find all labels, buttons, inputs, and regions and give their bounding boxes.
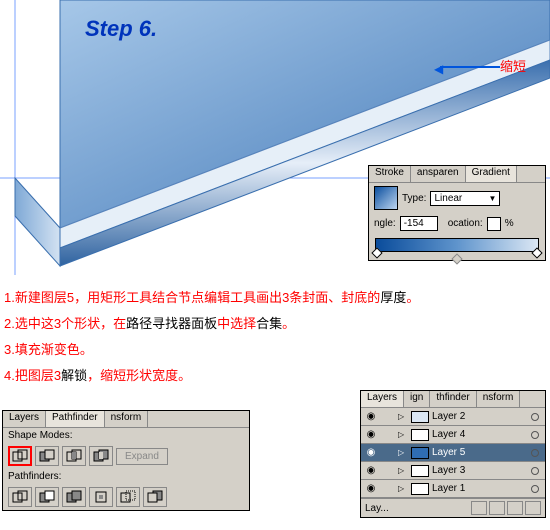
shape-mode-unite[interactable] xyxy=(8,446,32,466)
pathfinder-panel: Layers Pathfinder nsform Shape Modes: Ex… xyxy=(2,410,250,511)
visibility-icon[interactable]: ◉ xyxy=(364,465,378,476)
type-label: Type: xyxy=(402,193,426,204)
pathfinder-trim[interactable] xyxy=(35,487,59,507)
target-icon[interactable] xyxy=(531,413,539,421)
layer-name: Layer 3 xyxy=(432,465,465,476)
tab-align[interactable]: ign xyxy=(404,391,430,407)
pathfinder-divide[interactable] xyxy=(8,487,32,507)
dropdown-icon: ▼ xyxy=(489,194,497,203)
layer-row[interactable]: ◉ ▷ Layer 4 xyxy=(361,426,545,444)
layer-row[interactable]: ◉ ▷ Layer 5 xyxy=(361,444,545,462)
instruction-2: 2.选中这3个形状，在路径寻找器面板中选择合集。 xyxy=(4,311,419,337)
expand-icon[interactable]: ▷ xyxy=(398,412,408,421)
layer-swatch xyxy=(411,429,429,441)
tab-transform-pf[interactable]: nsform xyxy=(105,411,149,427)
layer-name: Layer 1 xyxy=(432,483,465,494)
gradient-bar[interactable] xyxy=(375,238,539,252)
percent-label: % xyxy=(505,218,514,229)
instructions-block: 1.新建图层5，用矩形工具结合节点编辑工具画出3条封面、封底的厚度。 2.选中这… xyxy=(4,285,419,389)
expand-button[interactable]: Expand xyxy=(116,448,168,465)
shape-mode-exclude[interactable] xyxy=(89,446,113,466)
gradient-panel: Stroke ansparen Gradient Type: Linear ▼ … xyxy=(368,165,546,261)
instruction-3: 3.填充渐变色。 xyxy=(4,337,419,363)
visibility-icon[interactable]: ◉ xyxy=(364,429,378,440)
tab-layers-pf[interactable]: Layers xyxy=(3,411,46,427)
visibility-icon[interactable]: ◉ xyxy=(364,483,378,494)
layer-swatch xyxy=(411,411,429,423)
gradient-type-value: Linear xyxy=(434,193,462,204)
expand-icon[interactable]: ▷ xyxy=(398,466,408,475)
shape-mode-subtract[interactable] xyxy=(35,446,59,466)
location-swatch[interactable] xyxy=(487,217,501,231)
pathfinder-crop[interactable] xyxy=(89,487,113,507)
layer-row[interactable]: ◉ ▷ Layer 2 xyxy=(361,408,545,426)
tab-pathfinder[interactable]: Pathfinder xyxy=(46,411,105,427)
gradient-swatch[interactable] xyxy=(374,186,398,210)
layer-name: Layer 4 xyxy=(432,429,465,440)
tab-stroke[interactable]: Stroke xyxy=(369,166,411,182)
tab-transparency[interactable]: ansparen xyxy=(411,166,466,182)
pathfinder-merge[interactable] xyxy=(62,487,86,507)
pathfinder-outline[interactable] xyxy=(116,487,140,507)
callout-arrow xyxy=(440,66,500,68)
instruction-4: 4.把图层3解锁，缩短形状宽度。 xyxy=(4,363,419,389)
instruction-1: 1.新建图层5，用矩形工具结合节点编辑工具画出3条封面、封底的厚度。 xyxy=(4,285,419,311)
tab-pathfinder-lp[interactable]: thfinder xyxy=(430,391,476,407)
angle-label: ngle: xyxy=(374,218,396,229)
shape-modes-label: Shape Modes: xyxy=(3,428,249,443)
expand-icon[interactable]: ▷ xyxy=(398,484,408,493)
layer-name: Layer 2 xyxy=(432,411,465,422)
target-icon[interactable] xyxy=(531,449,539,457)
tab-gradient[interactable]: Gradient xyxy=(466,166,517,182)
layer-row[interactable]: ◉ ▷ Layer 3 xyxy=(361,462,545,480)
layers-new-button[interactable] xyxy=(507,501,523,515)
layer-swatch xyxy=(411,483,429,495)
layer-swatch xyxy=(411,447,429,459)
gradient-stop-left[interactable] xyxy=(371,247,382,258)
layer-swatch xyxy=(411,465,429,477)
layer-row[interactable]: ◉ ▷ Layer 1 xyxy=(361,480,545,498)
visibility-icon[interactable]: ◉ xyxy=(364,411,378,422)
expand-icon[interactable]: ▷ xyxy=(398,430,408,439)
layers-footer: Lay... xyxy=(365,503,389,514)
gradient-type-select[interactable]: Linear ▼ xyxy=(430,191,500,206)
angle-input[interactable] xyxy=(400,216,438,231)
target-icon[interactable] xyxy=(531,467,539,475)
tab-transform-lp[interactable]: nsform xyxy=(477,391,521,407)
layers-btn-1[interactable] xyxy=(471,501,487,515)
gradient-stop-right[interactable] xyxy=(531,247,542,258)
pathfinders-label: Pathfinders: xyxy=(3,469,249,484)
layers-btn-2[interactable] xyxy=(489,501,505,515)
shape-mode-intersect[interactable] xyxy=(62,446,86,466)
target-icon[interactable] xyxy=(531,485,539,493)
target-icon[interactable] xyxy=(531,431,539,439)
expand-icon[interactable]: ▷ xyxy=(398,448,408,457)
callout-text: 缩短 xyxy=(500,56,526,75)
layers-delete-button[interactable] xyxy=(525,501,541,515)
arrow-left-icon: ◀ xyxy=(434,62,443,76)
layers-panel: Layers ign thfinder nsform ◉ ▷ Layer 2 ◉ ▷ La… xyxy=(360,390,546,518)
step-label: Step 6. xyxy=(85,16,157,42)
gradient-panel-tabs: Stroke ansparen Gradient xyxy=(369,166,545,183)
pathfinder-minus-back[interactable] xyxy=(143,487,167,507)
visibility-icon[interactable]: ◉ xyxy=(364,447,378,458)
layer-name: Layer 5 xyxy=(432,447,465,458)
location-label: ocation: xyxy=(448,218,483,229)
tab-layers[interactable]: Layers xyxy=(361,391,404,407)
